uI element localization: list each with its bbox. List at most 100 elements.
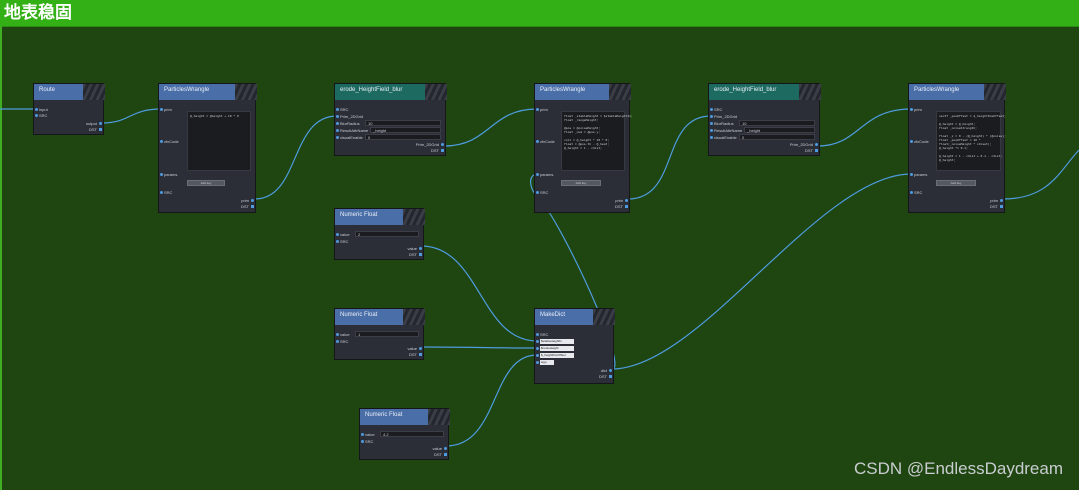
output-socket[interactable] [99, 122, 102, 125]
param-field[interactable]: _height [370, 127, 441, 133]
node-header[interactable]: Numeric Float [335, 309, 425, 325]
output-socket[interactable] [99, 128, 102, 131]
node-header[interactable]: Numeric Float [335, 209, 425, 225]
input-socket[interactable] [35, 108, 38, 111]
node-header[interactable]: erode_HeightField_blur [709, 84, 821, 100]
output-socket[interactable] [1000, 205, 1003, 208]
output-socket[interactable] [609, 369, 612, 372]
input-socket[interactable] [536, 361, 539, 364]
socket-label: prim [615, 198, 623, 203]
socket-label: dict [600, 368, 607, 373]
output-socket[interactable] [1000, 199, 1003, 202]
node-numeric-float[interactable]: Numeric Float value 2 SRC value DST [334, 208, 425, 260]
param-field[interactable]: 10 [365, 120, 441, 126]
output-socket[interactable] [251, 205, 254, 208]
input-socket[interactable] [336, 115, 339, 118]
input-socket[interactable] [710, 122, 713, 125]
node-numeric-float[interactable]: Numeric Float value 4.2 SRC value DST [359, 408, 450, 460]
add-key-button[interactable]: Add key [187, 180, 225, 186]
input-socket[interactable] [536, 191, 539, 194]
param-field[interactable]: 0 [739, 134, 815, 140]
output-socket[interactable] [815, 143, 818, 146]
dict-key-field[interactable]: $stableHeightIn [540, 339, 574, 344]
input-socket[interactable] [336, 108, 339, 111]
node-header[interactable]: erode_HeightField_blur [335, 84, 447, 100]
node-header[interactable]: Numeric Float [360, 409, 450, 425]
output-socket[interactable] [419, 247, 422, 250]
watermark: CSDN @EndlessDaydream [853, 459, 1063, 478]
input-socket[interactable] [536, 333, 539, 336]
param-field[interactable]: 0 [365, 134, 441, 140]
input-socket[interactable] [910, 191, 913, 194]
input-socket[interactable] [336, 129, 339, 132]
input-socket[interactable] [35, 114, 38, 117]
node-erode-heightfield-blur[interactable]: erode_HeightField_blur SRC Prim_2DGrid B… [334, 83, 447, 156]
node-title: Numeric Float [365, 412, 403, 418]
input-socket[interactable] [710, 115, 713, 118]
code-editor[interactable]: vec3f _posOffset = $_heightPosOffset; @_… [936, 111, 1006, 171]
param-field[interactable]: 10 [739, 120, 815, 126]
input-socket[interactable] [336, 333, 339, 336]
input-socket[interactable] [536, 173, 539, 176]
value-field[interactable]: 1 [355, 331, 419, 337]
input-socket[interactable] [536, 347, 539, 350]
input-socket[interactable] [536, 108, 539, 111]
node-numeric-float[interactable]: Numeric Float value 1 SRC value DST [334, 308, 425, 360]
value-field[interactable]: 2 [355, 231, 419, 237]
output-socket[interactable] [609, 375, 612, 378]
input-socket[interactable] [160, 140, 163, 143]
add-key-button[interactable]: Add key [936, 180, 976, 186]
input-socket[interactable] [536, 340, 539, 343]
input-socket[interactable] [336, 122, 339, 125]
output-socket[interactable] [625, 205, 628, 208]
node-particles-wrangle[interactable]: ParticlesWrangle prim zfxCode float _sta… [534, 83, 633, 213]
output-socket[interactable] [419, 347, 422, 350]
node-header[interactable]: ParticlesWrangle [535, 84, 631, 100]
dict-key-field[interactable]: $noiseHeight [540, 346, 574, 351]
input-socket[interactable] [710, 129, 713, 132]
dict-key-field[interactable]: sigo [540, 360, 554, 365]
input-socket[interactable] [336, 233, 339, 236]
add-key-button[interactable]: Add key [561, 180, 601, 186]
output-socket[interactable] [444, 447, 447, 450]
output-socket[interactable] [441, 143, 444, 146]
param-field[interactable]: _height [744, 127, 815, 133]
input-socket[interactable] [160, 173, 163, 176]
output-socket[interactable] [441, 149, 444, 152]
output-socket[interactable] [444, 453, 447, 456]
input-socket[interactable] [710, 108, 713, 111]
input-socket[interactable] [710, 136, 713, 139]
input-socket[interactable] [160, 191, 163, 194]
code-editor[interactable]: @_height = @height + 10 * 0 [187, 111, 251, 171]
input-socket[interactable] [336, 340, 339, 343]
node-make-dict[interactable]: MakeDict SRC $stableHeightIn $noiseHeigh… [534, 308, 615, 384]
value-field[interactable]: 4.2 [380, 431, 444, 437]
input-socket[interactable] [910, 140, 913, 143]
dict-key-field[interactable]: $_heightPosOffset [540, 353, 574, 358]
output-socket[interactable] [419, 353, 422, 356]
node-erode-heightfield-blur[interactable]: erode_HeightField_blur SRC Prim_2DGrid B… [708, 83, 821, 156]
node-particles-wrangle[interactable]: ParticlesWrangle prim zfxCode @_height =… [158, 83, 257, 213]
wire-pw3-out [1002, 149, 1079, 200]
input-socket[interactable] [361, 433, 364, 436]
node-header[interactable]: MakeDict [535, 309, 615, 325]
input-socket[interactable] [536, 140, 539, 143]
input-socket[interactable] [910, 173, 913, 176]
input-socket[interactable] [336, 240, 339, 243]
output-socket[interactable] [815, 149, 818, 152]
node-header[interactable]: ParticlesWrangle [909, 84, 1006, 100]
node-particles-wrangle[interactable]: ParticlesWrangle prim zfxCode vec3f _pos… [908, 83, 1006, 213]
code-editor[interactable]: float _stableHeight = $stableHeightIn; f… [561, 111, 633, 171]
input-socket[interactable] [361, 440, 364, 443]
node-route[interactable]: Route input SRC output DST [33, 83, 105, 135]
output-socket[interactable] [625, 199, 628, 202]
input-socket[interactable] [160, 108, 163, 111]
input-socket[interactable] [336, 136, 339, 139]
output-socket[interactable] [419, 253, 422, 256]
socket-label: value [340, 232, 350, 237]
node-header[interactable]: ParticlesWrangle [159, 84, 257, 100]
node-header[interactable]: Route [34, 84, 105, 100]
input-socket[interactable] [536, 354, 539, 357]
output-socket[interactable] [251, 199, 254, 202]
input-socket[interactable] [910, 108, 913, 111]
